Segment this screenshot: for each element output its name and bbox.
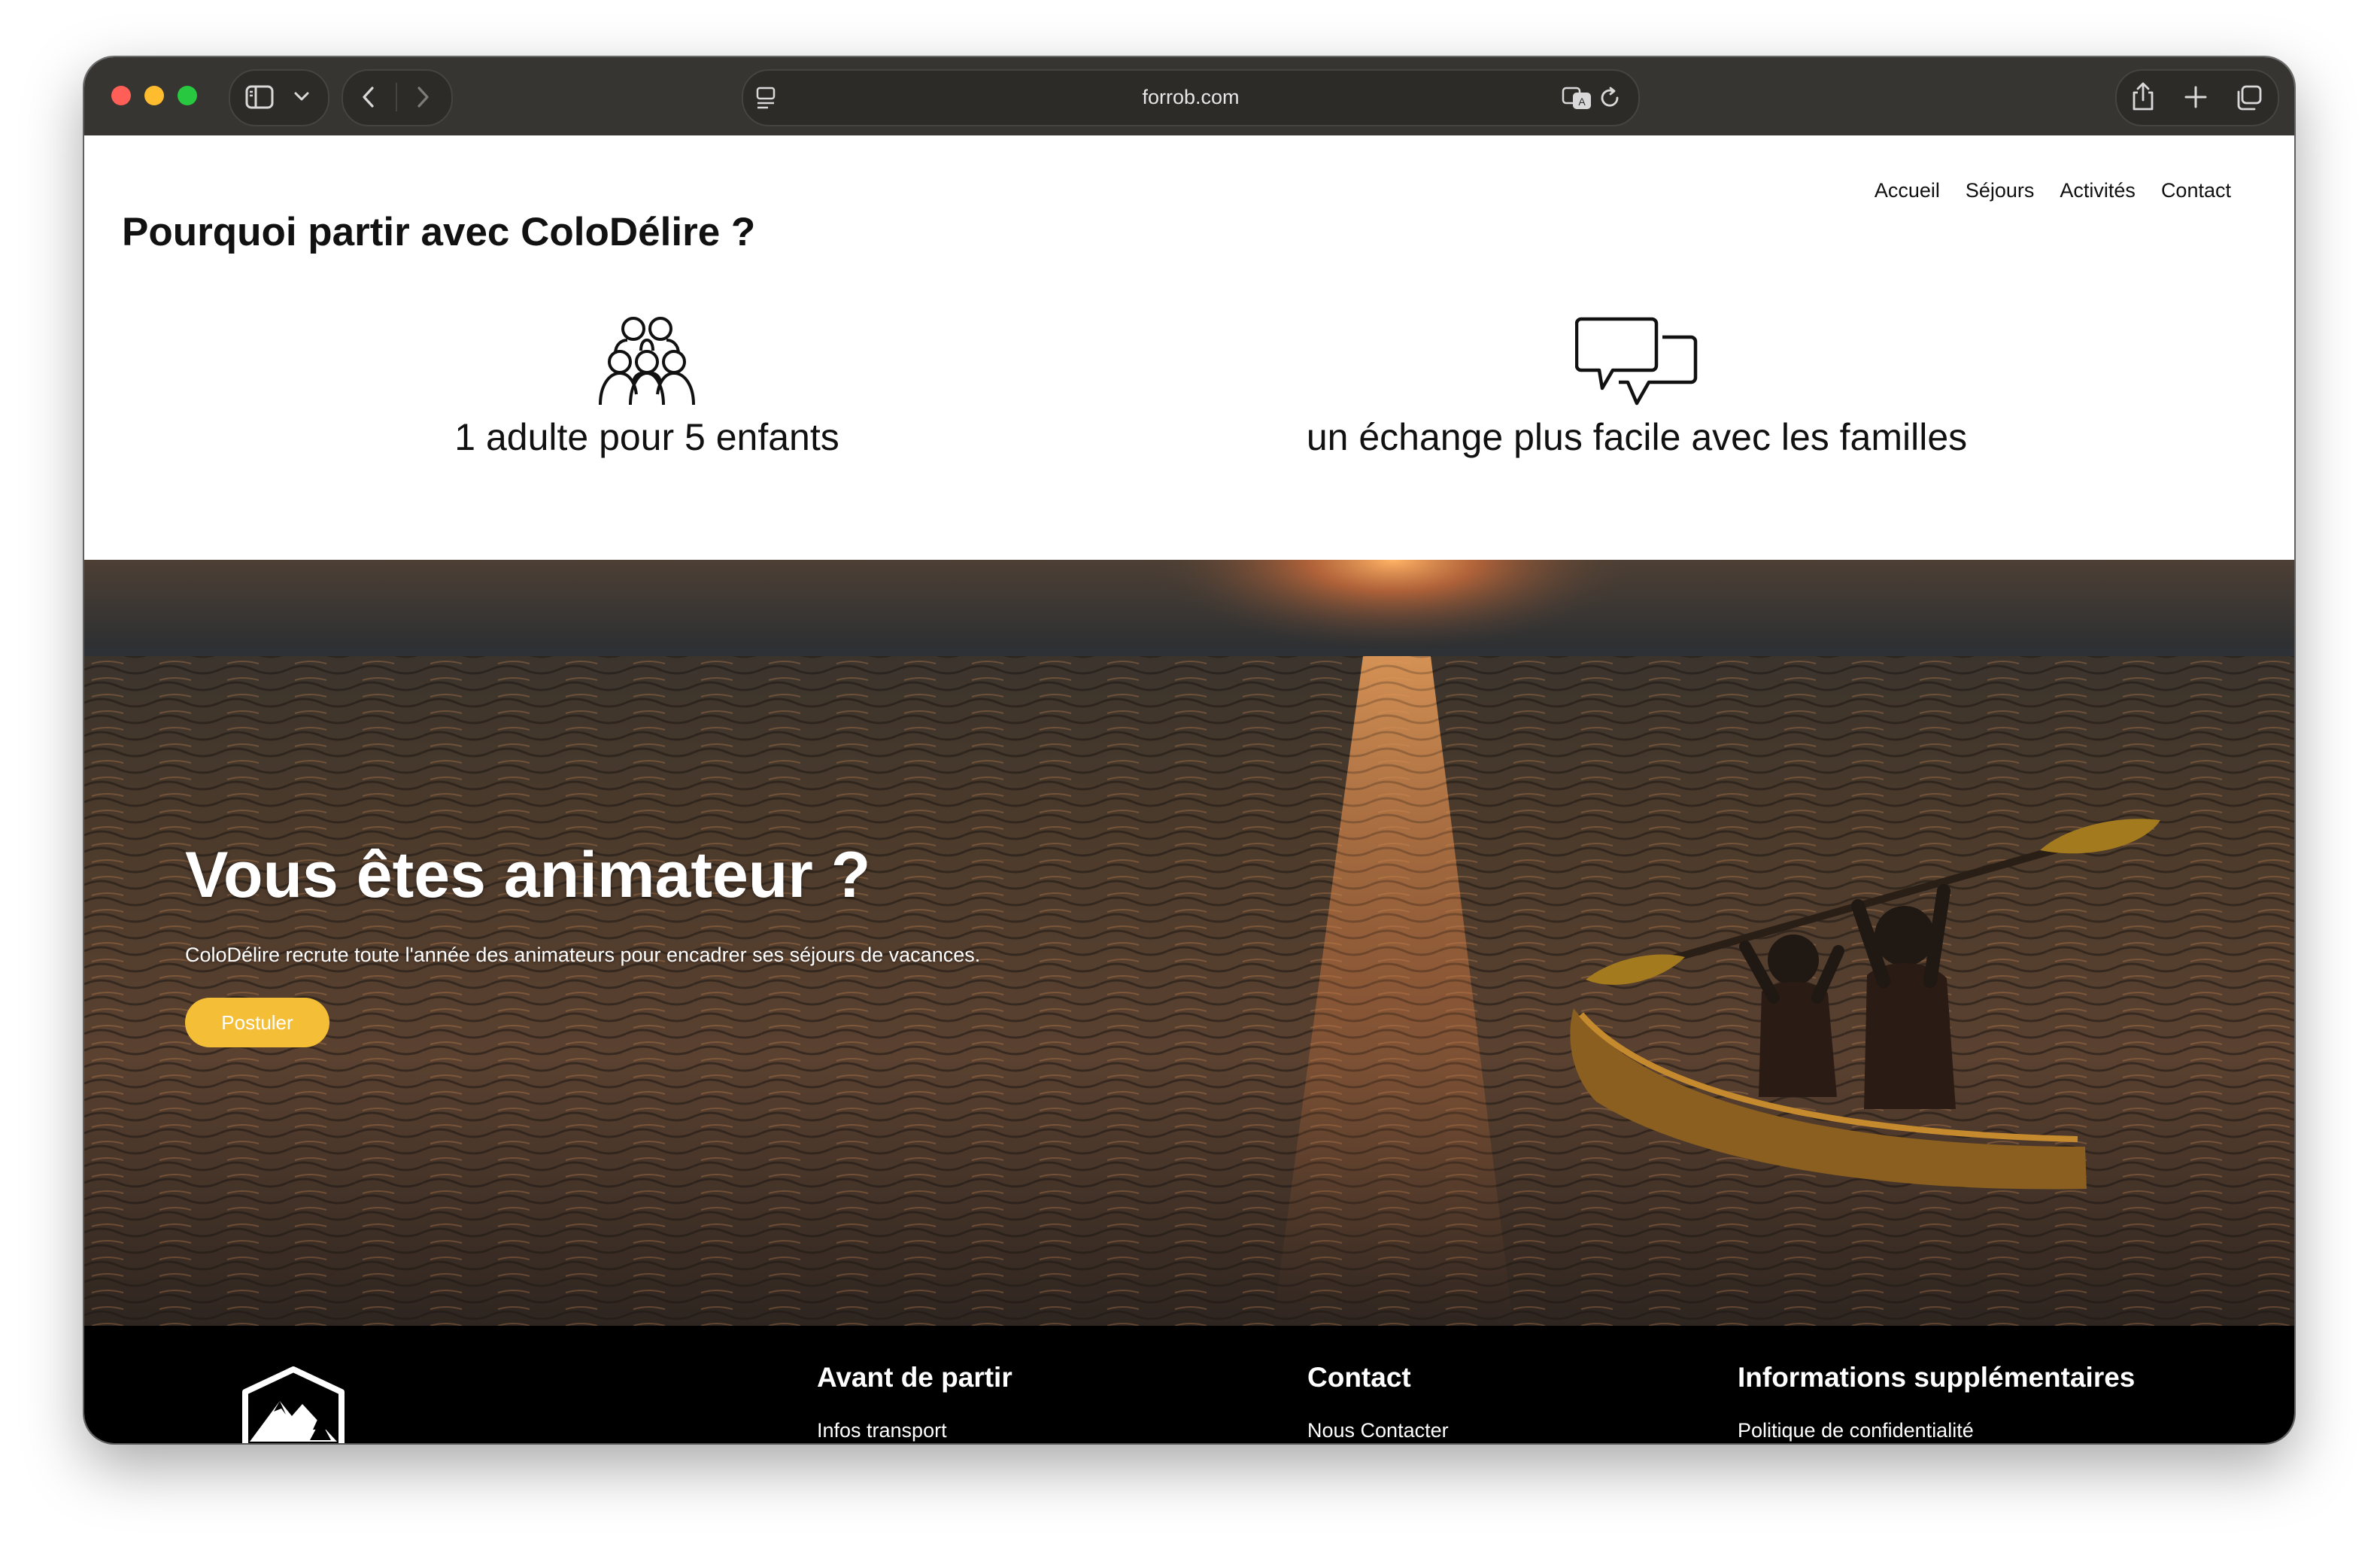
maximize-window-button[interactable] [178,86,197,105]
footer-column-title: Contact [1307,1362,1411,1393]
minimize-window-button[interactable] [144,86,164,105]
why-section-title: Pourquoi partir avec ColoDélire ? [122,210,756,254]
main-nav: Accueil Séjours Activités Contact [1875,179,2231,202]
footer-column-title: Informations supplémentaires [1738,1362,2136,1393]
address-bar[interactable]: forrob.com A [742,69,1640,126]
sidebar-icon[interactable] [245,84,274,110]
footer-column-before-leaving: Avant de partir Infos transport [817,1362,1012,1442]
window-actions-group [2115,69,2279,126]
nav-divider [396,83,397,111]
group-icon [233,316,1061,408]
nav-item-sejours[interactable]: Séjours [1966,179,2035,202]
url-text[interactable]: forrob.com [743,86,1638,109]
footer-link-privacy-policy[interactable]: Politique de confidentialité [1738,1419,2135,1442]
web-page: Accueil Séjours Activités Contact Pourqu… [84,135,2294,1443]
hero-title: Vous êtes animateur ? [185,839,871,911]
feature-communication: un échange plus facile avec les familles [1223,316,2051,459]
footer-link-transport[interactable]: Infos transport [817,1419,1012,1442]
apply-button[interactable]: Postuler [185,998,329,1047]
chat-bubbles-icon [1223,316,2051,408]
recruitment-hero: Vous êtes animateur ? ColoDélire recrute… [84,560,2294,1326]
back-arrow-icon[interactable] [360,84,378,110]
mountain-logo-icon[interactable] [239,1366,348,1443]
nav-item-accueil[interactable]: Accueil [1875,179,1940,202]
nav-item-contact[interactable]: Contact [2161,179,2231,202]
browser-toolbar: forrob.com A [84,57,2294,137]
feature-communication-text: un échange plus facile avec les familles [1306,416,1968,458]
forward-arrow-icon[interactable] [414,84,432,110]
tab-overview-icon[interactable] [2234,84,2263,111]
feature-ratio: 1 adulte pour 5 enfants [233,316,1061,459]
close-window-button[interactable] [111,86,131,105]
footer-column-contact: Contact Nous Contacter [1307,1362,1449,1442]
browser-window: forrob.com A Accueil Séjours Activités C… [84,57,2294,1443]
hero-description: ColoDélire recrute toute l'année des ani… [185,944,981,966]
share-icon[interactable] [2130,81,2156,111]
reload-icon[interactable] [1599,86,1622,110]
footer-column-more-info: Informations supplémentaires Politique d… [1738,1362,2135,1442]
nav-item-activites[interactable]: Activités [2060,179,2136,202]
site-footer: Avant de partir Infos transport Contact … [84,1326,2294,1443]
sidebar-toggle-group [229,69,329,126]
sunset-lake-kayak-image [84,560,2294,1326]
footer-column-title: Avant de partir [817,1362,1012,1393]
translate-icon[interactable]: A [1562,86,1593,110]
footer-link-contact-us[interactable]: Nous Contacter [1307,1419,1449,1442]
new-tab-icon[interactable] [2183,84,2208,110]
chevron-down-icon[interactable] [293,90,310,102]
history-nav-group [342,69,453,126]
svg-text:A: A [1578,96,1586,108]
feature-ratio-text: 1 adulte pour 5 enfants [454,416,839,458]
